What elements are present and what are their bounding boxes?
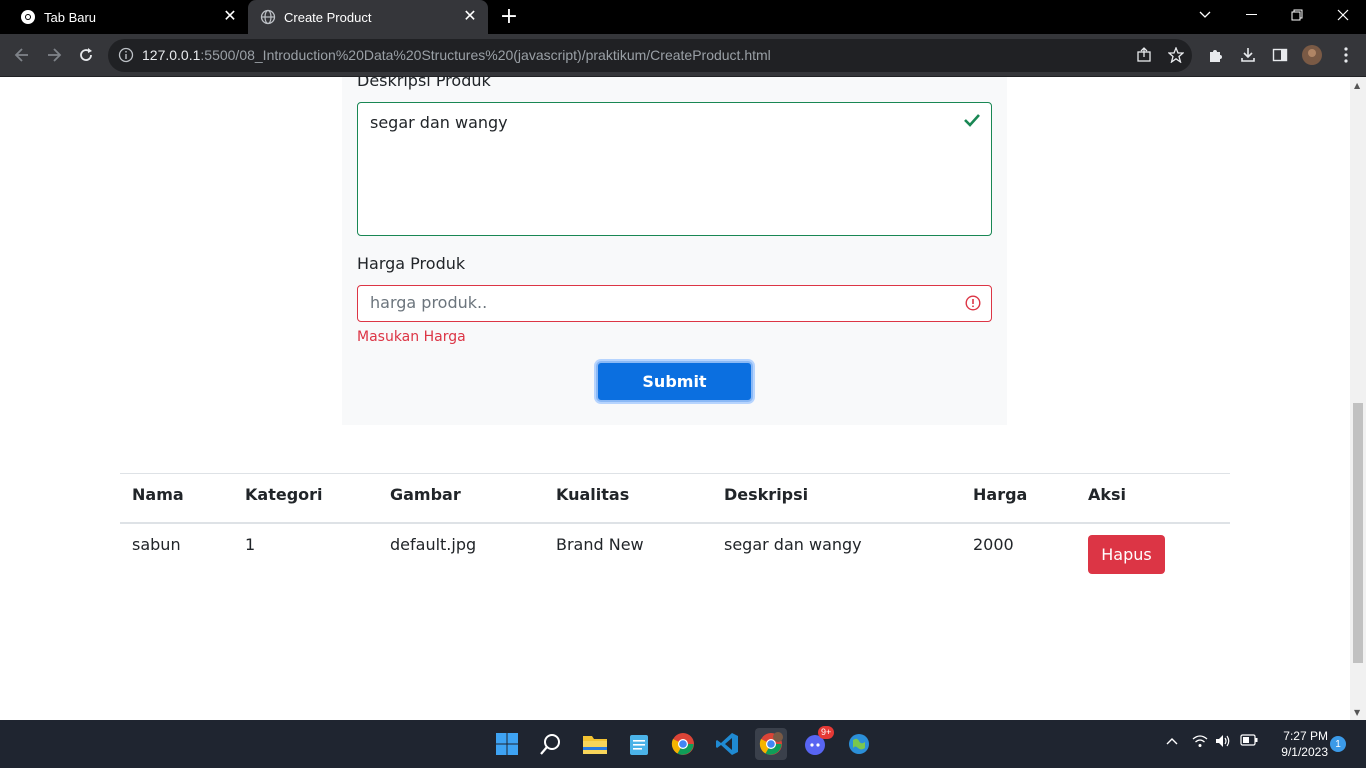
- address-bar[interactable]: 127.0.0.1:5500/08_Introduction%20Data%20…: [108, 39, 1192, 72]
- url-path: :5500/08_Introduction%20Data%20Structure…: [200, 47, 771, 63]
- notepad-icon[interactable]: [623, 728, 655, 760]
- header-kualitas: Kualitas: [556, 485, 630, 504]
- close-tab-icon[interactable]: ✕: [222, 9, 238, 25]
- scroll-up-icon[interactable]: ▲: [1354, 81, 1360, 90]
- battery-icon[interactable]: [1240, 734, 1258, 750]
- cell-deskripsi: segar dan wangy: [724, 535, 862, 554]
- cell-kualitas: Brand New: [556, 535, 644, 554]
- header-kategori: Kategori: [245, 485, 323, 504]
- page-viewport: Deskripsi Produk segar dan wangy Harga P…: [0, 77, 1350, 720]
- cell-gambar: default.jpg: [390, 535, 477, 554]
- download-icon[interactable]: [1236, 43, 1260, 67]
- url-host: 127.0.0.1: [142, 47, 201, 63]
- chrome-taskbar-icon[interactable]: [667, 728, 699, 760]
- more-menu-icon[interactable]: [1334, 43, 1358, 67]
- header-nama: Nama: [132, 485, 184, 504]
- chrome-icon: [20, 9, 36, 25]
- new-tab-plus-icon[interactable]: +: [498, 6, 520, 28]
- bookmark-star-icon[interactable]: [1164, 43, 1188, 67]
- profile-avatar-icon[interactable]: [1300, 43, 1324, 67]
- clock-time: 7:27 PM: [1283, 729, 1328, 743]
- error-exclamation-icon: [965, 295, 981, 315]
- page-scrollbar[interactable]: ▲ ▼: [1350, 77, 1366, 720]
- description-textarea[interactable]: segar dan wangy: [357, 102, 992, 236]
- windows-taskbar: 9+ 7:27 PM 9/1/2023 1: [0, 720, 1366, 768]
- volume-icon[interactable]: [1215, 734, 1231, 752]
- chrome-profile-taskbar-icon[interactable]: [755, 728, 787, 760]
- close-tab-icon[interactable]: ✕: [462, 9, 478, 25]
- header-gambar: Gambar: [390, 485, 461, 504]
- url-text: 127.0.0.1:5500/08_Introduction%20Data%20…: [142, 47, 771, 63]
- notification-badge[interactable]: 1: [1330, 736, 1346, 752]
- header-deskripsi: Deskripsi: [724, 485, 809, 504]
- share-icon[interactable]: [1132, 43, 1156, 67]
- cell-harga: 2000: [973, 535, 1014, 554]
- restore-icon[interactable]: [1274, 0, 1320, 30]
- file-explorer-icon[interactable]: [579, 728, 611, 760]
- valid-check-icon: [963, 112, 981, 131]
- minimize-icon[interactable]: [1228, 0, 1274, 30]
- search-icon[interactable]: [535, 728, 567, 760]
- side-panel-icon[interactable]: [1268, 43, 1292, 67]
- cell-nama: sabun: [132, 535, 181, 554]
- system-clock[interactable]: 7:27 PM 9/1/2023: [1268, 728, 1328, 760]
- reload-icon[interactable]: [74, 43, 98, 67]
- wifi-icon[interactable]: [1192, 734, 1208, 752]
- product-form: Deskripsi Produk segar dan wangy Harga P…: [342, 77, 1007, 425]
- clock-date: 9/1/2023: [1281, 745, 1328, 759]
- close-window-icon[interactable]: [1320, 0, 1366, 30]
- scroll-down-icon[interactable]: ▼: [1354, 708, 1360, 717]
- description-value: segar dan wangy: [370, 113, 508, 132]
- extensions-puzzle-icon[interactable]: [1204, 43, 1228, 67]
- price-placeholder: harga produk..: [370, 293, 488, 312]
- price-feedback: Masukan Harga: [357, 329, 466, 345]
- discord-badge: 9+: [818, 726, 835, 739]
- site-info-icon[interactable]: [118, 47, 134, 63]
- vscode-icon[interactable]: [711, 728, 743, 760]
- tray-chevron-up-icon[interactable]: [1166, 734, 1178, 749]
- tab-create-product[interactable]: Create Product ✕: [248, 0, 488, 34]
- table-header-divider: [120, 522, 1230, 524]
- back-arrow-icon[interactable]: [10, 43, 34, 67]
- discord-icon[interactable]: 9+: [799, 726, 835, 760]
- tab-search-chevron-icon[interactable]: [1182, 0, 1228, 30]
- submit-button[interactable]: Submit: [596, 361, 753, 402]
- price-label: Harga Produk: [357, 254, 466, 273]
- browser-titlebar: Tab Baru ✕ Create Product ✕ +: [0, 0, 1366, 34]
- price-input[interactable]: harga produk..: [357, 285, 992, 322]
- table-divider: [120, 473, 1230, 474]
- cell-kategori: 1: [245, 535, 256, 554]
- start-windows-icon[interactable]: [491, 728, 523, 760]
- forward-arrow-icon[interactable]: [42, 43, 66, 67]
- tab-label: Tab Baru: [44, 9, 97, 25]
- tab-new-tab[interactable]: Tab Baru ✕: [8, 0, 248, 34]
- network-globe-app-icon[interactable]: [843, 728, 875, 760]
- browser-toolbar: 127.0.0.1:5500/08_Introduction%20Data%20…: [0, 34, 1366, 77]
- scrollbar-thumb[interactable]: [1353, 403, 1363, 663]
- header-harga: Harga: [973, 485, 1028, 504]
- globe-icon: [260, 9, 276, 25]
- description-label: Deskripsi Produk: [357, 77, 491, 90]
- header-aksi: Aksi: [1088, 485, 1127, 504]
- tab-label: Create Product: [284, 9, 372, 25]
- delete-button[interactable]: Hapus: [1088, 535, 1165, 574]
